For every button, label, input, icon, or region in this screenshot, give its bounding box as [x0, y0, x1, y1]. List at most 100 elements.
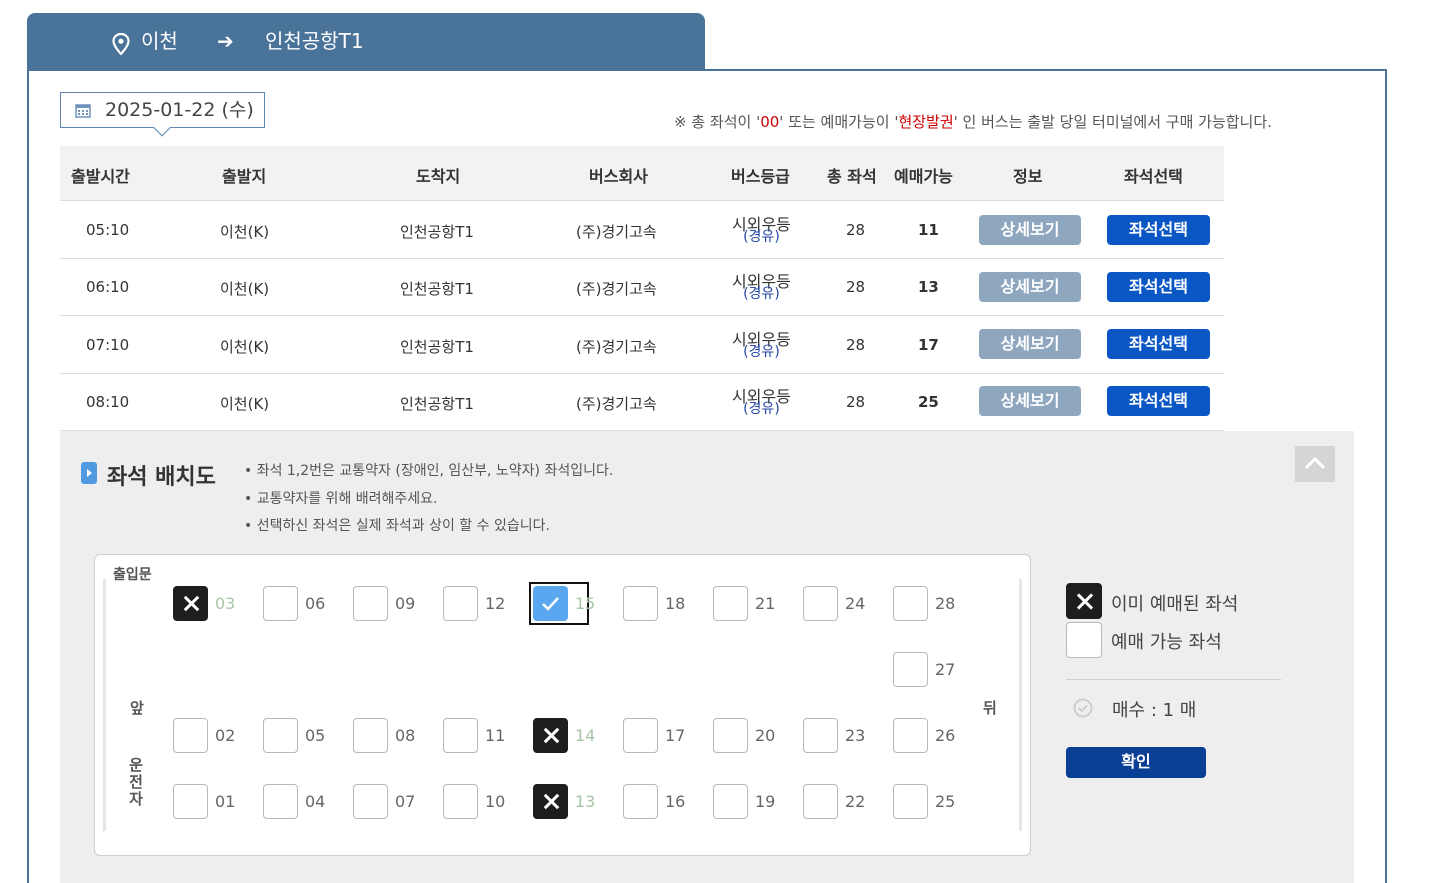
seat-18[interactable] — [623, 586, 658, 621]
seat-24[interactable] — [803, 586, 838, 621]
seat-number: 23 — [845, 726, 866, 745]
route-origin: 이천 — [141, 29, 178, 53]
seat-number: 26 — [935, 726, 956, 745]
table-row: 07:10 이천(K) 인천공항T1 (주)경기고속 시외우등 (경유) 28 1… — [60, 317, 1224, 374]
seat-22[interactable] — [803, 784, 838, 819]
seat-27[interactable] — [893, 652, 928, 687]
header-info: 정보 — [1013, 167, 1043, 186]
row-origin: 이천(K) — [220, 280, 270, 298]
row-grade: 시외우등 (경유) — [732, 217, 791, 245]
seat-note-2: • 교통약자를 위해 배려해주세요. — [244, 491, 438, 507]
legend-taken-label: 이미 예매된 좌석 — [1111, 594, 1239, 615]
row-destination: 인천공항T1 — [400, 395, 474, 413]
seat-15[interactable] — [533, 586, 568, 621]
header-total-seats: 총 좌석 — [827, 167, 877, 186]
seat-05[interactable] — [263, 718, 298, 753]
header-available: 예매가능 — [894, 167, 953, 186]
row-available: 13 — [918, 278, 939, 296]
seat-06[interactable] — [263, 586, 298, 621]
row-available: 25 — [918, 393, 939, 411]
seat-select-button[interactable]: 좌석선택 — [1107, 386, 1210, 416]
seat-number: 14 — [575, 726, 596, 745]
header-destination: 도착지 — [416, 167, 461, 186]
route-tab: 이천 ➔ 인천공항T1 — [27, 13, 705, 71]
row-total-seats: 28 — [846, 221, 866, 239]
back-label: 뒤 — [983, 699, 997, 717]
seat-01[interactable] — [173, 784, 208, 819]
seat-number: 18 — [665, 594, 686, 613]
seat-number: 01 — [215, 792, 236, 811]
driver-label: 운전자 — [129, 756, 143, 808]
seat-28[interactable] — [893, 586, 928, 621]
seat-select-button[interactable]: 좌석선택 — [1107, 215, 1210, 245]
check-circle-icon — [1073, 698, 1093, 718]
seat-14 — [533, 718, 568, 753]
seat-number: 25 — [935, 792, 956, 811]
seat-number: 06 — [305, 594, 326, 613]
check-icon — [542, 597, 559, 611]
date-selector[interactable]: 2025-01-22 (수) — [60, 92, 265, 137]
seat-09[interactable] — [353, 586, 388, 621]
seat-19[interactable] — [713, 784, 748, 819]
seat-13 — [533, 784, 568, 819]
route-destination: 인천공항T1 — [265, 29, 364, 53]
table-row: 05:10 이천(K) 인천공항T1 (주)경기고속 시외우등 (경유) 28 1… — [60, 202, 1224, 259]
seat-number: 28 — [935, 594, 956, 613]
row-grade: 시외우등 (경유) — [732, 332, 791, 360]
seat-number: 13 — [575, 792, 596, 811]
seat-number: 17 — [665, 726, 686, 745]
ticket-count: 매수 : 1 매 — [1112, 700, 1197, 721]
notice-code: 00 — [760, 113, 780, 131]
seat-20[interactable] — [713, 718, 748, 753]
seat-number: 21 — [755, 594, 776, 613]
seat-12[interactable] — [443, 586, 478, 621]
header-seat-select: 좌석선택 — [1124, 167, 1183, 186]
detail-button[interactable]: 상세보기 — [979, 215, 1081, 245]
seat-number: 03 — [215, 594, 236, 613]
confirm-button[interactable]: 확인 — [1066, 747, 1206, 778]
seat-26[interactable] — [893, 718, 928, 753]
seat-07[interactable] — [353, 784, 388, 819]
bus-left-wall — [103, 579, 106, 831]
seat-select-button[interactable]: 좌석선택 — [1107, 272, 1210, 302]
row-available: 11 — [918, 221, 939, 239]
seat-10[interactable] — [443, 784, 478, 819]
seat-16[interactable] — [623, 784, 658, 819]
seat-02[interactable] — [173, 718, 208, 753]
seat-number: 15 — [575, 594, 596, 613]
seat-23[interactable] — [803, 718, 838, 753]
row-destination: 인천공항T1 — [400, 280, 474, 298]
header-grade: 버스등급 — [731, 167, 790, 186]
seat-note-1: • 좌석 1,2번은 교통약자 (장애인, 임산부, 노약자) 좌석입니다. — [244, 463, 614, 479]
row-origin: 이천(K) — [220, 223, 270, 241]
seat-04[interactable] — [263, 784, 298, 819]
seat-number: 12 — [485, 594, 506, 613]
detail-button[interactable]: 상세보기 — [979, 386, 1081, 416]
seat-number: 19 — [755, 792, 776, 811]
row-time: 08:10 — [86, 393, 130, 411]
seat-11[interactable] — [443, 718, 478, 753]
seat-03 — [173, 586, 208, 621]
collapse-button[interactable] — [1295, 446, 1335, 482]
door-label: 출입문 — [113, 567, 152, 583]
detail-button[interactable]: 상세보기 — [979, 272, 1081, 302]
row-company: (주)경기고속 — [576, 395, 657, 413]
row-destination: 인천공항T1 — [400, 338, 474, 356]
seat-layout-title: 좌석 배치도 — [107, 465, 216, 490]
row-destination: 인천공항T1 — [400, 223, 474, 241]
seat-08[interactable] — [353, 718, 388, 753]
notice-pre: ※ 총 좌석이 ' — [674, 113, 761, 131]
seat-number: 10 — [485, 792, 506, 811]
row-total-seats: 28 — [846, 336, 866, 354]
seat-25[interactable] — [893, 784, 928, 819]
seat-select-button[interactable]: 좌석선택 — [1107, 329, 1210, 359]
row-grade: 시외우등 (경유) — [732, 274, 791, 302]
seat-17[interactable] — [623, 718, 658, 753]
table-row: 06:10 이천(K) 인천공항T1 (주)경기고속 시외우등 (경유) 28 1… — [60, 259, 1224, 316]
seat-number: 27 — [935, 660, 956, 679]
row-origin: 이천(K) — [220, 338, 270, 356]
purchase-notice: ※ 총 좌석이 '00' 또는 예매가능이 '현장발권' 인 버스는 출발 당일… — [674, 111, 1272, 132]
detail-button[interactable]: 상세보기 — [979, 329, 1081, 359]
seat-21[interactable] — [713, 586, 748, 621]
row-time: 07:10 — [86, 336, 130, 354]
